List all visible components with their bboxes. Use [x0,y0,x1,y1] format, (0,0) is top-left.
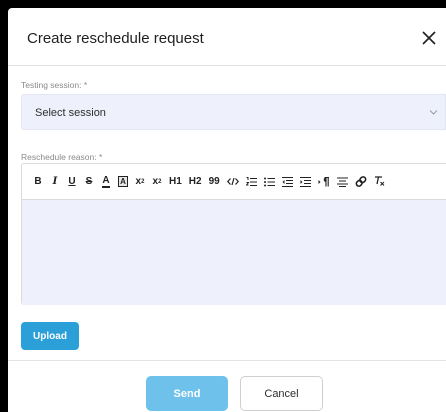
superscript-button[interactable]: x2 [150,172,164,192]
dialog-title: Create reschedule request [27,30,204,47]
dialog-footer: Send Cancel [8,360,446,412]
ordered-list-icon [245,176,257,186]
subscript-button[interactable]: x2 [133,172,147,192]
session-select[interactable]: Select session [21,94,446,130]
text-direction-icon [318,176,329,186]
background-color-icon: A [118,176,128,187]
close-icon [422,31,436,45]
clear-format-button[interactable] [372,172,388,192]
strikethrough-button[interactable]: S [82,172,96,192]
superscript-mark: 2 [158,178,162,185]
bullet-list-button[interactable] [262,172,277,192]
heading2-icon: H2 [188,176,202,187]
subscript-mark: 2 [141,178,145,185]
clear-format-icon [374,176,385,186]
reason-text-area[interactable] [22,200,446,305]
code-icon [226,177,239,186]
heading2-button[interactable]: H2 [187,172,204,192]
reschedule-dialog: Create reschedule request Testing sessio… [8,8,446,412]
upload-button[interactable]: Upload [21,322,79,350]
reason-label: Reschedule reason: * [21,152,103,162]
close-button[interactable] [420,29,438,47]
text-color-icon: A [102,174,110,188]
italic-button[interactable]: I [48,172,62,192]
strikethrough-icon: S [85,176,93,187]
italic-icon: I [52,176,58,187]
send-button[interactable]: Send [146,376,228,411]
blockquote-icon: 99 [208,176,220,187]
heading1-button[interactable]: H1 [167,172,184,192]
align-icon [336,176,348,187]
underline-icon: U [68,176,76,187]
ordered-list-button[interactable] [244,172,259,192]
indent-button[interactable] [298,172,313,192]
bullet-list-icon [263,177,275,186]
cancel-button[interactable]: Cancel [240,376,323,411]
background-color-button[interactable]: A [116,172,130,192]
chevron-down-icon [429,109,438,116]
editor-toolbar: B I U S A A x2 x2 H1 H2 99 [22,164,446,200]
underline-button[interactable]: U [65,172,79,192]
text-direction-button[interactable] [316,172,332,192]
outdent-button[interactable] [280,172,295,192]
outdent-icon [281,176,293,187]
reason-editor: B I U S A A x2 x2 H1 H2 99 [21,163,446,305]
align-button[interactable] [335,172,350,192]
blockquote-button[interactable]: 99 [207,172,222,192]
bold-button[interactable]: B [31,172,45,192]
heading1-icon: H1 [169,176,182,187]
dialog-header: Create reschedule request [8,8,446,66]
text-color-button[interactable]: A [99,172,113,192]
session-select-value: Select session [35,107,106,119]
link-button[interactable] [353,172,369,192]
indent-icon [299,176,311,187]
session-label: Testing session: * [21,80,88,90]
code-button[interactable] [225,172,241,192]
bold-icon: B [34,176,42,187]
link-icon [355,176,367,187]
